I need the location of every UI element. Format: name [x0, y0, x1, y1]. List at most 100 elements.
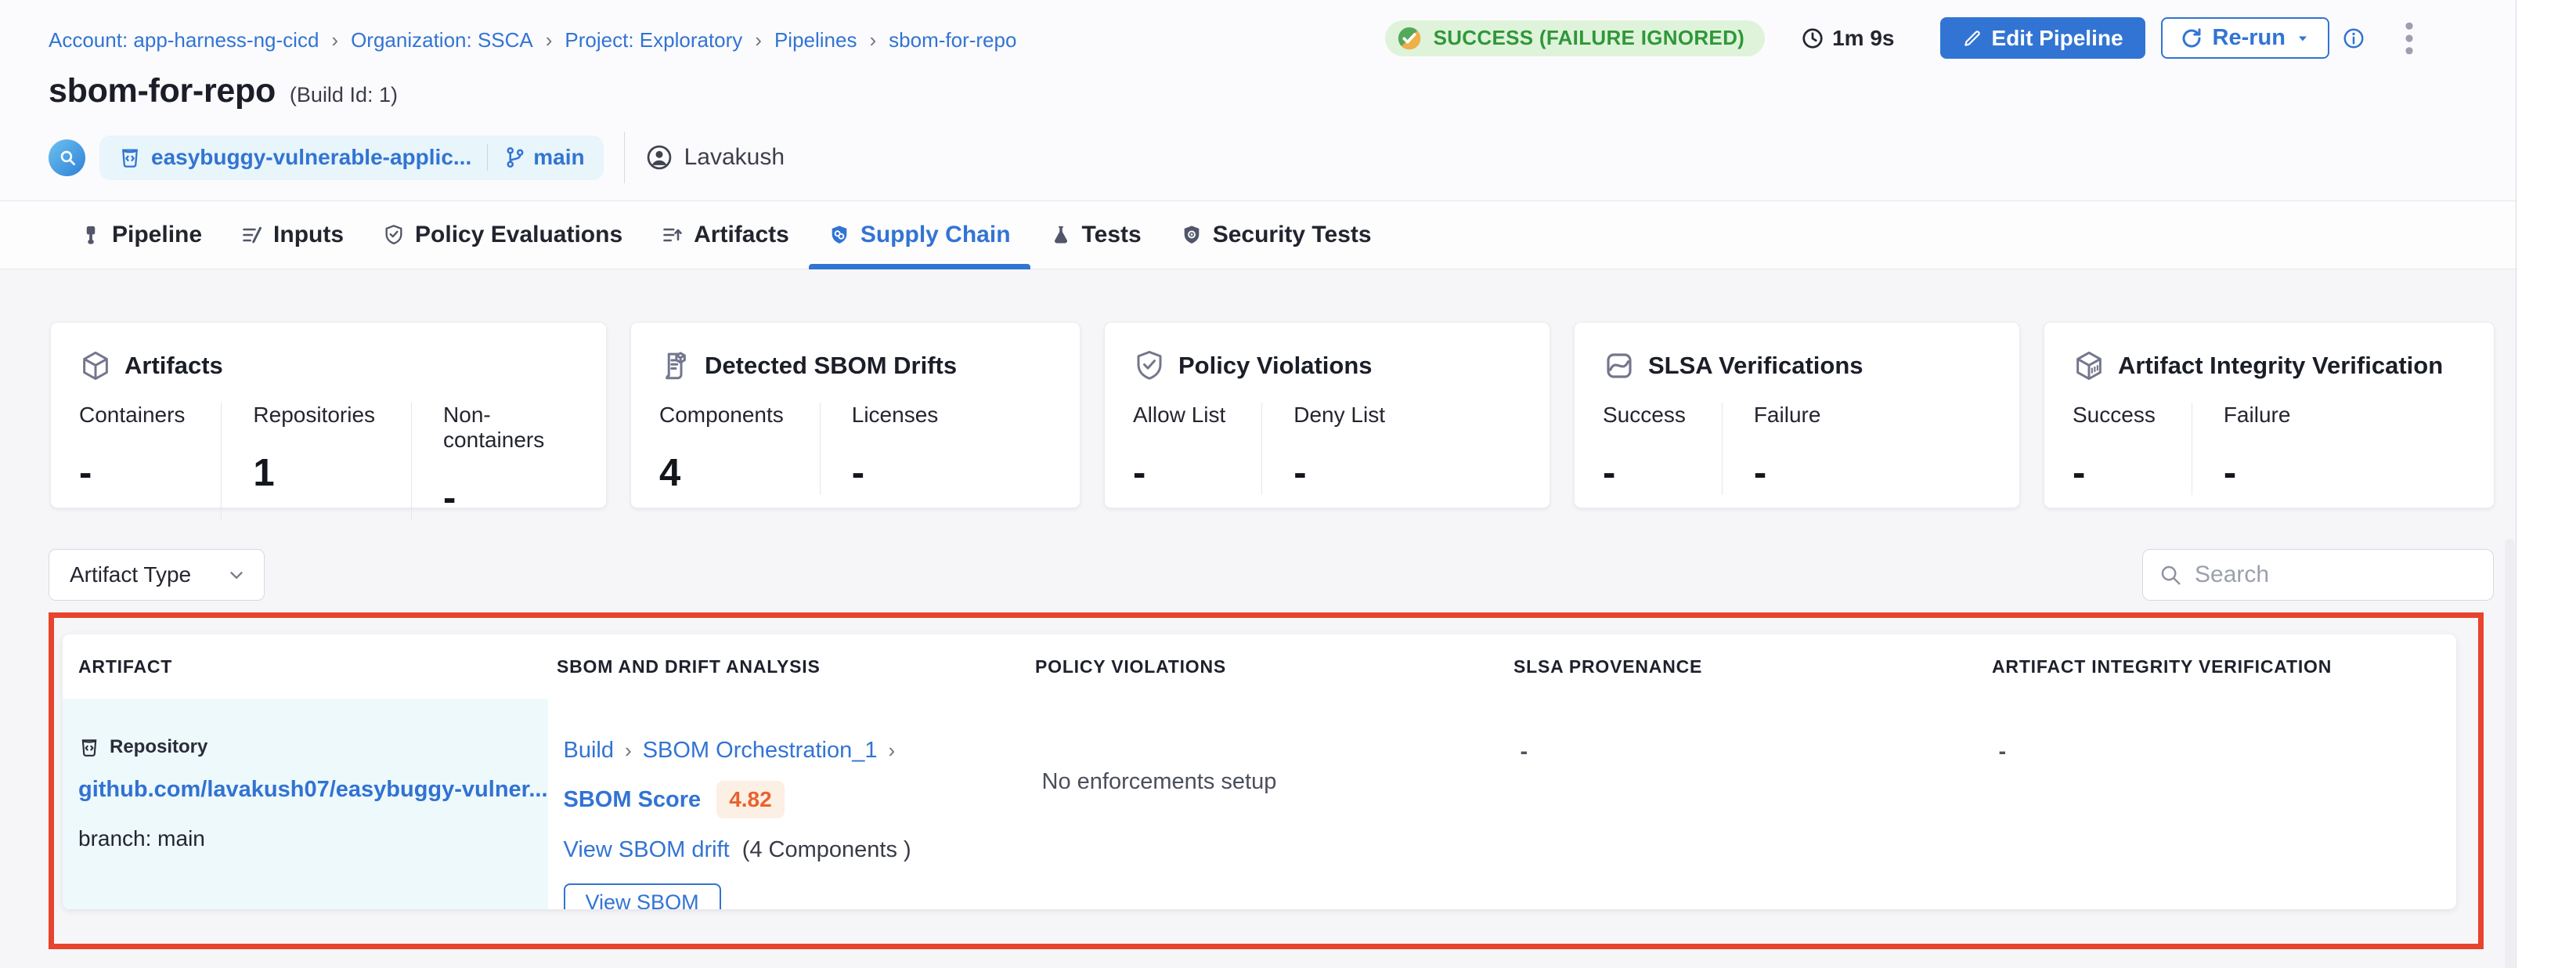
chevron-right-icon	[888, 739, 895, 763]
tab-label: Security Tests	[1213, 222, 1372, 248]
shield-check-icon	[383, 224, 405, 246]
avatar-icon	[645, 143, 673, 172]
tab-pipeline[interactable]: Pipeline	[60, 201, 222, 269]
build-meta-row: easybuggy-vulnerable-applic... main	[49, 132, 785, 183]
card-artifacts: Artifacts Containers - Repositories 1 No…	[50, 322, 607, 508]
cube-icon	[2073, 349, 2105, 382]
column-header-sbom-drift: SBOM AND DRIFT ANALYSIS	[541, 656, 1019, 677]
stat-allow-list: Allow List -	[1133, 403, 1261, 495]
tab-artifacts[interactable]: Artifacts	[642, 201, 809, 269]
chevron-right-icon	[331, 28, 338, 52]
filter-row: Artifact Type	[0, 549, 2516, 601]
refresh-icon	[2180, 27, 2203, 50]
tab-security-tests[interactable]: Security Tests	[1161, 201, 1391, 269]
breadcrumb-organization[interactable]: Organization: SSCA	[351, 28, 533, 52]
inputs-icon	[241, 224, 263, 246]
column-header-integrity: ARTIFACT INTEGRITY VERIFICATION	[1976, 656, 2455, 677]
chevron-right-icon	[625, 739, 632, 763]
card-title: Policy Violations	[1178, 352, 1373, 380]
tab-tests[interactable]: Tests	[1030, 201, 1161, 269]
rerun-label: Re-run	[2213, 25, 2286, 51]
breadcrumb-current-pipeline[interactable]: sbom-for-repo	[889, 28, 1016, 52]
page-header: Account: app-harness-ng-cicd Organizatio…	[0, 0, 2516, 200]
pipeline-icon	[80, 224, 102, 246]
tab-label: Policy Evaluations	[415, 222, 622, 248]
git-branch-icon	[503, 146, 527, 169]
path-build-link[interactable]: Build	[564, 738, 615, 764]
table-header-row: ARTIFACT SBOM AND DRIFT ANALYSIS POLICY …	[63, 634, 2456, 699]
table-row: Repository github.com/lavakush07/easybug…	[63, 699, 2456, 909]
info-icon[interactable]	[2342, 27, 2365, 50]
breadcrumb-pipelines[interactable]: Pipelines	[774, 28, 857, 52]
shield-check-icon	[1133, 349, 1166, 382]
header-actions: SUCCESS (FAILURE IGNORED) 1m 9s Edit Pip…	[1385, 17, 2414, 59]
chevron-right-icon	[869, 28, 876, 52]
stat-integrity-failure: Failure -	[2192, 403, 2327, 495]
repo-pill[interactable]: easybuggy-vulnerable-applic... main	[99, 135, 604, 180]
stat-slsa-success: Success -	[1603, 403, 1722, 495]
column-header-artifact: ARTIFACT	[63, 656, 541, 677]
repo-name: easybuggy-vulnerable-applic...	[151, 145, 471, 170]
tab-policy-evaluations[interactable]: Policy Evaluations	[363, 201, 642, 269]
build-id: (Build Id: 1)	[290, 83, 398, 107]
user-name: Lavakush	[684, 144, 785, 171]
pill-divider	[487, 144, 488, 171]
card-sbom-drifts: Detected SBOM Drifts Components 4 Licens…	[630, 322, 1081, 508]
search-icon	[2159, 563, 2182, 587]
sbom-score-link[interactable]: SBOM Score	[564, 787, 702, 813]
breadcrumb-project[interactable]: Project: Exploratory	[565, 28, 742, 52]
artifact-type-dropdown[interactable]: Artifact Type	[49, 549, 265, 601]
view-sbom-button[interactable]: View SBOM	[564, 883, 721, 909]
stat-non-containers: Non-containers -	[411, 403, 580, 520]
cell-policy-violations: No enforcements setup	[1026, 699, 1505, 909]
breadcrumb: Account: app-harness-ng-cicd Organizatio…	[49, 28, 1016, 52]
tab-supply-chain[interactable]: Supply Chain	[809, 201, 1030, 269]
column-header-slsa-provenance: SLSA PROVENANCE	[1498, 656, 1976, 677]
flask-icon	[1050, 224, 1072, 246]
artifact-type-badge: Repository	[78, 736, 548, 758]
card-slsa-verifications: SLSA Verifications Success - Failure -	[1574, 322, 2020, 508]
cell-slsa-provenance: -	[1505, 699, 1983, 909]
tab-label: Artifacts	[694, 222, 789, 248]
artifact-repo-link[interactable]: github.com/lavakush07/easybuggy-vulner..…	[78, 777, 548, 803]
sbom-scroll-icon	[659, 349, 692, 382]
artifact-list-icon	[662, 224, 684, 246]
breadcrumb-account[interactable]: Account: app-harness-ng-cicd	[49, 28, 319, 52]
page-title: sbom-for-repo	[49, 72, 276, 110]
triggered-by-user: Lavakush	[645, 143, 785, 172]
tab-inputs[interactable]: Inputs	[222, 201, 363, 269]
more-options-kebab-icon[interactable]	[2405, 20, 2414, 56]
sbom-score-badge: 4.82	[716, 781, 785, 818]
status-badge: SUCCESS (FAILURE IGNORED)	[1385, 20, 1766, 56]
pipeline-step-path: Build SBOM Orchestration_1	[564, 738, 1026, 764]
drift-component-count: (4 Components )	[742, 837, 911, 863]
trigger-icon	[49, 139, 85, 176]
cell-artifact-integrity: -	[1983, 699, 2456, 909]
search-box	[2142, 549, 2494, 601]
stat-slsa-failure: Failure -	[1722, 403, 1857, 495]
divider	[624, 132, 625, 183]
stat-integrity-success: Success -	[2073, 403, 2192, 495]
search-input[interactable]	[2195, 562, 2497, 588]
pencil-icon	[1962, 28, 1983, 49]
card-title: Artifact Integrity Verification	[2118, 352, 2443, 380]
summary-cards: Artifacts Containers - Repositories 1 No…	[50, 322, 2495, 508]
title-row: sbom-for-repo (Build Id: 1)	[49, 72, 398, 110]
clock-icon	[1801, 27, 1824, 50]
stat-containers: Containers -	[79, 403, 221, 520]
artifact-type-label: Repository	[110, 736, 207, 758]
card-title: SLSA Verifications	[1648, 352, 1863, 380]
path-orchestration-link[interactable]: SBOM Orchestration_1	[643, 738, 878, 764]
edit-pipeline-button[interactable]: Edit Pipeline	[1940, 17, 2145, 59]
vertical-scrollbar[interactable]	[2505, 539, 2515, 968]
caret-down-icon	[2295, 31, 2311, 46]
card-title: Detected SBOM Drifts	[705, 352, 957, 380]
rerun-button[interactable]: Re-run	[2161, 17, 2329, 59]
cell-sbom-drift: Build SBOM Orchestration_1 SBOM Score 4.…	[548, 699, 1026, 909]
tab-label: Inputs	[273, 222, 344, 248]
repository-icon	[118, 146, 142, 169]
cell-artifact: Repository github.com/lavakush07/easybug…	[63, 699, 548, 909]
view-sbom-drift-link[interactable]: View SBOM drift	[564, 837, 730, 863]
artifacts-table: ARTIFACT SBOM AND DRIFT ANALYSIS POLICY …	[63, 634, 2456, 909]
build-duration: 1m 9s	[1801, 26, 1894, 51]
